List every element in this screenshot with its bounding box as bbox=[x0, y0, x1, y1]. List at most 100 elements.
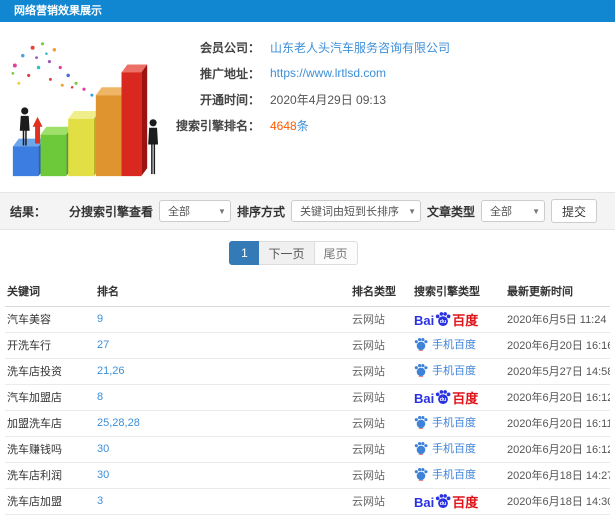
bar-yellow bbox=[68, 110, 100, 177]
rank-type-cell: 云网站 bbox=[350, 488, 412, 515]
baidu-bai-text: Bai bbox=[414, 494, 435, 510]
engine-cell: 手机百度 bbox=[412, 358, 505, 385]
article-type-label: 文章类型 bbox=[426, 204, 475, 219]
baidu-cn-text: 百度 bbox=[452, 390, 479, 406]
table-row: 汽车美容 9 云网站 Bai du 百度 2020年6月5日 11:24 bbox=[5, 306, 610, 333]
table-row: 汽车加盟店 8 云网站 Bai du 百度 2020年6月20日 16:12 bbox=[5, 384, 610, 411]
confetti-dots bbox=[11, 42, 94, 97]
rank-cell[interactable]: 30 bbox=[95, 436, 350, 463]
mobile-baidu-text: 手机百度 bbox=[432, 365, 476, 377]
article-type-select[interactable]: 全部 ▼ bbox=[481, 200, 545, 222]
keyword-cell: 汽车加盟店 bbox=[5, 384, 95, 411]
rank-type-cell: 云网站 bbox=[350, 332, 412, 359]
engine-cell: Bai du 百度 bbox=[412, 384, 505, 411]
rank-cell[interactable]: 8 bbox=[95, 384, 350, 411]
sort-filter-select[interactable]: 关键词由短到长排序 ▼ bbox=[290, 200, 421, 222]
header-engine-type: 搜索引擎类型 bbox=[412, 276, 505, 307]
bar-green bbox=[40, 126, 73, 177]
baidu-paw-icon bbox=[414, 337, 428, 351]
keyword-cell: 洗车赚钱吗 bbox=[5, 436, 95, 463]
updated-cell: 2020年5月27日 14:58 bbox=[505, 358, 610, 385]
article-type-value: 全部 bbox=[490, 206, 512, 218]
keyword-cell: 洗车店加盟 bbox=[5, 488, 95, 515]
pagination: 1 下一页 尾页 bbox=[0, 230, 601, 276]
engine-cell: 手机百度 bbox=[412, 410, 505, 437]
mobile-baidu-logo: 手机百度 bbox=[414, 440, 476, 456]
rank-cell[interactable]: 27 bbox=[95, 332, 350, 359]
mobile-baidu-logo: 手机百度 bbox=[414, 414, 476, 430]
bar-blue bbox=[12, 138, 45, 177]
open-time-label: 开通时间： bbox=[199, 92, 260, 107]
header-keyword: 关键词 bbox=[5, 276, 95, 307]
header-rank: 排名 bbox=[95, 276, 350, 307]
open-time-value: 2020年4月29日 09:13 bbox=[270, 92, 387, 107]
company-info-section: 会员公司： 山东老人头汽车服务咨询有限公司 推广地址： https://www.… bbox=[0, 22, 615, 192]
updated-cell: 2020年6月5日 11:24 bbox=[505, 306, 610, 333]
engine-rank-label: 搜索引擎排名： bbox=[175, 118, 260, 133]
header-rank-type: 排名类型 bbox=[350, 276, 412, 307]
member-company-row: 会员公司： 山东老人头汽车服务咨询有限公司 bbox=[150, 34, 590, 60]
mobile-baidu-logo: 手机百度 bbox=[414, 466, 476, 482]
engine-filter-value: 全部 bbox=[167, 206, 190, 218]
mobile-baidu-text: 手机百度 bbox=[432, 469, 476, 481]
company-info-rows: 会员公司： 山东老人头汽车服务咨询有限公司 推广地址： https://www.… bbox=[150, 34, 590, 138]
chevron-down-icon: ▼ bbox=[532, 206, 540, 216]
engine-filter-select[interactable]: 全部 ▼ bbox=[158, 200, 231, 222]
table-body: 汽车美容 9 云网站 Bai du 百度 2020年6月5日 11:24 开洗车行 27 云网… bbox=[5, 306, 610, 515]
baidu-paw-icon bbox=[414, 363, 428, 377]
engine-cell: 手机百度 bbox=[412, 436, 505, 463]
engine-cell: Bai du 百度 bbox=[412, 306, 505, 333]
rank-count: 4648 bbox=[270, 118, 297, 133]
mobile-baidu-text: 手机百度 bbox=[432, 417, 476, 429]
chevron-down-icon: ▼ bbox=[218, 206, 226, 216]
submit-button[interactable]: 提交 bbox=[551, 199, 597, 223]
rank-cell[interactable]: 30 bbox=[95, 462, 350, 489]
rank-cell[interactable]: 21,26 bbox=[95, 358, 350, 385]
rank-cell[interactable]: 9 bbox=[95, 306, 350, 333]
rank-cell[interactable]: 25,28,28 bbox=[95, 410, 350, 437]
member-company-link[interactable]: 山东老人头汽车服务咨询有限公司 bbox=[270, 39, 450, 56]
next-page-button[interactable]: 下一页 bbox=[259, 241, 315, 265]
engine-filter-label: 分搜索引擎查看 bbox=[68, 204, 153, 219]
updated-cell: 2020年6月20日 16:12 bbox=[505, 384, 610, 411]
bar-red bbox=[121, 64, 148, 177]
baidu-paw-icon: du bbox=[436, 311, 451, 326]
updated-cell: 2020年6月20日 16:11 bbox=[505, 410, 610, 437]
table-row: 洗车店加盟 3 云网站 Bai du 百度 2020年6月18日 14:30 bbox=[5, 488, 610, 515]
table-row: 开洗车行 27 云网站 手机百度 2020年6月20日 16:16 bbox=[5, 332, 610, 359]
keyword-cell: 洗车店投资 bbox=[5, 358, 95, 385]
svg-text:du: du bbox=[440, 501, 447, 507]
page-1-button[interactable]: 1 bbox=[229, 241, 260, 265]
mobile-baidu-logo: 手机百度 bbox=[414, 336, 476, 352]
keyword-cell: 开洗车行 bbox=[5, 332, 95, 359]
baidu-paw-icon: du bbox=[436, 493, 451, 508]
rank-count-unit: 条 bbox=[296, 118, 309, 133]
table-row: 洗车店利润 30 云网站 手机百度 2020年6月18日 14:27 bbox=[5, 462, 610, 489]
engine-cell: 手机百度 bbox=[412, 332, 505, 359]
updated-cell: 2020年6月20日 16:16 bbox=[505, 332, 610, 359]
engine-cell: Bai du 百度 bbox=[412, 488, 505, 515]
updated-cell: 2020年6月20日 16:12 bbox=[505, 436, 610, 463]
filter-controls: 分搜索引擎查看 全部 ▼ 排序方式 关键词由短到长排序 ▼ 文章类型 全部 ▼ … bbox=[69, 199, 597, 223]
rank-type-cell: 云网站 bbox=[350, 436, 412, 463]
baidu-cn-text: 百度 bbox=[452, 312, 479, 328]
svg-text:du: du bbox=[440, 397, 447, 403]
engine-rank-value: 4648条 bbox=[270, 117, 309, 134]
updated-cell: 2020年6月18日 14:30 bbox=[505, 488, 610, 515]
rank-cell[interactable]: 3 bbox=[95, 488, 350, 515]
svg-text:du: du bbox=[440, 319, 447, 325]
baidu-paw-icon: du bbox=[436, 389, 451, 404]
promo-url-link[interactable]: https://www.lrtlsd.com bbox=[270, 66, 386, 80]
keyword-cell: 洗车店利润 bbox=[5, 462, 95, 489]
filter-bar: 结果： 分搜索引擎查看 全部 ▼ 排序方式 关键词由短到长排序 ▼ 文章类型 全… bbox=[0, 192, 615, 230]
baidu-paw-icon bbox=[414, 467, 428, 481]
chevron-down-icon: ▼ bbox=[408, 206, 416, 216]
mobile-baidu-text: 手机百度 bbox=[432, 443, 476, 455]
baidu-logo: Bai du 百度 bbox=[414, 389, 478, 405]
engine-rank-row: 搜索引擎排名： 4648条 bbox=[150, 112, 590, 138]
ranking-table: 关键词 排名 排名类型 搜索引擎类型 最新更新时间 汽车美容 9 云网站 Bai du… bbox=[5, 276, 610, 515]
rank-type-cell: 云网站 bbox=[350, 306, 412, 333]
keyword-cell: 汽车美容 bbox=[5, 306, 95, 333]
updated-cell: 2020年6月18日 14:27 bbox=[505, 462, 610, 489]
last-page-button[interactable]: 尾页 bbox=[314, 241, 358, 265]
